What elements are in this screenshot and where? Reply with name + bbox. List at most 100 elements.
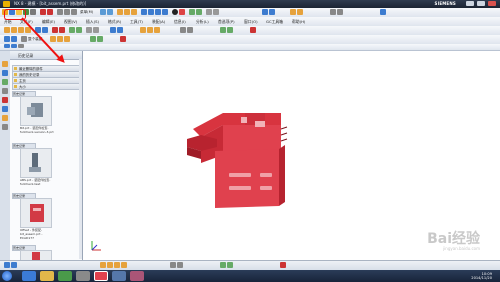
start-button[interactable] <box>2 271 12 281</box>
shaded-icon[interactable] <box>172 9 178 15</box>
line-icon[interactable] <box>147 27 153 33</box>
rotate-icon[interactable] <box>155 9 161 15</box>
menu-combo[interactable]: 菜单(M) <box>80 10 93 15</box>
system-material-icon[interactable] <box>2 124 8 130</box>
menu-help[interactable]: 帮助(H) <box>292 19 305 25</box>
quick-layer-icon[interactable] <box>18 44 24 48</box>
edit-feature-icon[interactable] <box>220 27 226 33</box>
menu-info[interactable]: 信息(I) <box>174 19 186 25</box>
select-all-icon[interactable] <box>11 36 17 42</box>
navigator-scrollbar[interactable] <box>79 59 82 259</box>
render-icon[interactable] <box>179 9 185 15</box>
select-icon[interactable] <box>4 36 10 42</box>
menu-format[interactable]: 格式(R) <box>108 19 121 25</box>
fit-icon[interactable] <box>141 9 147 15</box>
cue-icon[interactable] <box>4 262 10 268</box>
constraint-navigator-icon[interactable] <box>2 70 8 76</box>
history-row-size[interactable]: 大小 <box>12 83 81 90</box>
taskbar-app-icon[interactable] <box>130 271 144 281</box>
filter-icon[interactable] <box>337 9 343 15</box>
mesh-icon[interactable] <box>187 27 193 33</box>
view-orient-icon[interactable] <box>262 9 268 15</box>
status-icon[interactable] <box>11 262 17 268</box>
assembly-icon[interactable] <box>290 9 296 15</box>
menu-analysis[interactable]: 分析(L) <box>196 19 209 25</box>
center-snap-icon[interactable] <box>64 36 70 42</box>
undo-icon[interactable] <box>40 9 46 15</box>
menu-insert[interactable]: 插入(S) <box>86 19 99 25</box>
paste-icon[interactable] <box>71 9 77 15</box>
measure-icon[interactable] <box>206 9 212 15</box>
copy-icon[interactable] <box>64 9 70 15</box>
sync-icon[interactable] <box>110 27 116 33</box>
endpoint-snap-icon[interactable] <box>50 36 56 42</box>
display-mode-icon[interactable] <box>170 262 176 268</box>
command-finder-icon[interactable] <box>100 9 106 15</box>
move-face-icon[interactable] <box>117 27 123 33</box>
block-icon[interactable] <box>11 27 17 33</box>
menu-assembly[interactable]: 装配(A) <box>152 19 165 25</box>
background-icon[interactable] <box>177 262 183 268</box>
orient-view-icon[interactable] <box>90 36 96 42</box>
minimize-button[interactable] <box>466 1 474 6</box>
view-iso-icon[interactable] <box>121 262 127 268</box>
stop-icon[interactable] <box>280 262 286 268</box>
assembly-navigator-icon[interactable] <box>2 61 8 67</box>
cut-icon[interactable] <box>57 9 63 15</box>
view-front-icon[interactable] <box>100 262 106 268</box>
blend-icon[interactable] <box>52 27 58 33</box>
taskbar-ie-icon[interactable] <box>22 271 36 281</box>
mark-icon[interactable] <box>120 36 126 42</box>
surface-icon[interactable] <box>180 27 186 33</box>
zoom-icon[interactable] <box>148 9 154 15</box>
mirror-icon[interactable] <box>93 27 99 33</box>
menu-tools[interactable]: 工具(T) <box>130 19 143 25</box>
maximize-button[interactable] <box>477 1 485 6</box>
component-icon[interactable] <box>297 9 303 15</box>
history-icon[interactable] <box>2 106 8 112</box>
taskbar-app-icon[interactable] <box>58 271 72 281</box>
web-browser-icon[interactable] <box>2 97 8 103</box>
pan-icon[interactable] <box>162 9 168 15</box>
taskbar-explorer-icon[interactable] <box>40 271 54 281</box>
part-thumbnail[interactable] <box>20 198 52 228</box>
extrude-icon[interactable] <box>124 9 130 15</box>
menu-gc-toolbox[interactable]: GC工具箱 <box>266 19 283 25</box>
taskbar-app-icon[interactable] <box>112 271 126 281</box>
analysis-icon[interactable] <box>213 9 219 15</box>
hide-icon[interactable] <box>196 9 202 15</box>
part-navigator-icon[interactable] <box>2 79 8 85</box>
chamfer-icon[interactable] <box>59 27 65 33</box>
view-top-icon[interactable] <box>107 262 113 268</box>
taskbar-nx-icon[interactable] <box>94 271 108 281</box>
midpoint-snap-icon[interactable] <box>57 36 63 42</box>
quick-view-icon[interactable] <box>11 44 17 48</box>
curve-icon[interactable] <box>140 27 146 33</box>
part-thumbnail[interactable] <box>20 96 52 126</box>
datum-icon[interactable] <box>4 27 10 33</box>
arc-icon[interactable] <box>154 27 160 33</box>
delete-icon[interactable] <box>250 27 256 33</box>
close-button[interactable] <box>488 1 496 6</box>
part-thumbnail[interactable] <box>20 148 52 178</box>
snap-point-icon[interactable] <box>220 262 226 268</box>
taskbar-clock[interactable]: 10:09 2014/11/20 <box>471 272 492 280</box>
menu-view[interactable]: 视图(V) <box>64 19 77 25</box>
section-view-icon[interactable] <box>97 36 103 42</box>
reuse-library-icon[interactable] <box>2 88 8 94</box>
help-icon[interactable] <box>380 9 386 15</box>
trim-icon[interactable] <box>42 27 48 33</box>
snap-icon[interactable] <box>330 9 336 15</box>
wcs-icon[interactable] <box>269 9 275 15</box>
revolve-icon[interactable] <box>131 9 137 15</box>
grid-icon[interactable] <box>227 262 233 268</box>
quick-select-icon[interactable] <box>4 44 10 48</box>
suppress-icon[interactable] <box>227 27 233 33</box>
menu-edit[interactable]: 编辑(E) <box>42 19 55 25</box>
cylinder-icon[interactable] <box>18 27 24 33</box>
menu-window[interactable]: 窗口(O) <box>244 19 258 25</box>
pattern-icon[interactable] <box>86 27 92 33</box>
taskbar-app-icon[interactable] <box>76 271 90 281</box>
roles-icon[interactable] <box>2 115 8 121</box>
type-filter-icon[interactable] <box>21 36 27 42</box>
